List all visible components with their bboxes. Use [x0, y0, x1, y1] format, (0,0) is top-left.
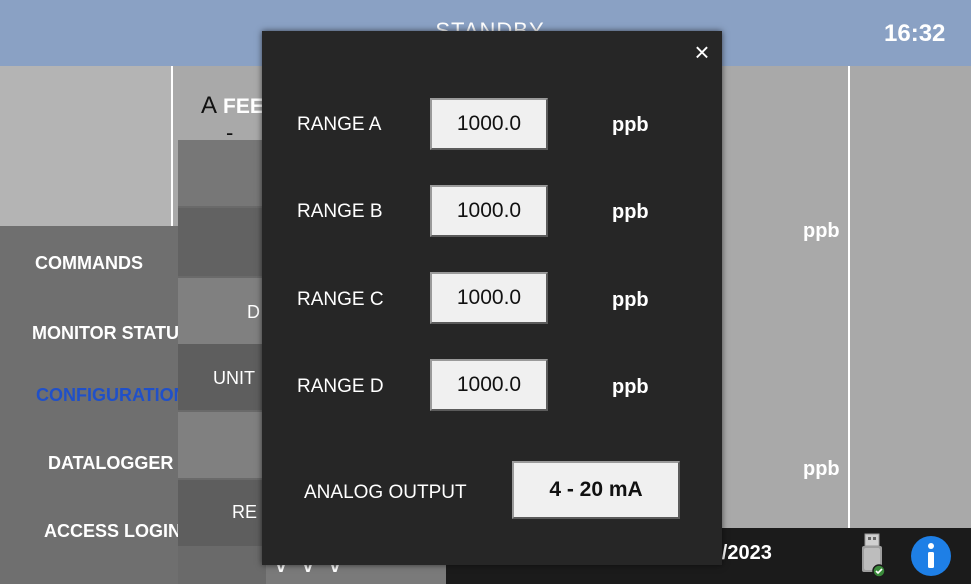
- submenu-label-d: D: [247, 302, 260, 322]
- range-d-unit: ppb: [612, 376, 649, 398]
- close-icon[interactable]: ×: [688, 38, 716, 66]
- feed-label: A FEE: [201, 92, 264, 120]
- divider: [848, 66, 850, 528]
- submenu-item[interactable]: [178, 412, 266, 478]
- menu-item-datalogger[interactable]: DATALOGGER: [0, 444, 178, 482]
- menu-item-access-login[interactable]: ACCESS LOGIN: [0, 512, 178, 550]
- range-b-label: RANGE B: [297, 201, 383, 222]
- range-d-input[interactable]: 1000.0: [430, 359, 548, 411]
- range-c-input[interactable]: 1000.0: [430, 272, 548, 324]
- info-icon[interactable]: [910, 535, 952, 577]
- menu-item-configuration[interactable]: CONFIGURATION: [0, 376, 178, 414]
- main-left-panel: [0, 66, 172, 226]
- unit-label-lower: ppb: [803, 458, 840, 480]
- range-a-unit: ppb: [612, 114, 649, 136]
- feed-prefix: A: [201, 92, 218, 119]
- divider: [171, 66, 173, 226]
- main-menu: COMMANDS MONITOR STATUS CONFIGURATION DA…: [0, 226, 180, 584]
- feed-text: FEE: [223, 95, 264, 118]
- unit-label-upper: ppb: [803, 220, 840, 242]
- clock: 16:32: [884, 20, 946, 47]
- usb-drive-icon[interactable]: [858, 532, 888, 580]
- submenu-label-unit: UNIT: [213, 368, 255, 388]
- menu-item-monitor-status[interactable]: MONITOR STATUS: [0, 314, 178, 352]
- range-a-label: RANGE A: [297, 114, 382, 135]
- menu-item-commands[interactable]: COMMANDS: [0, 244, 178, 282]
- submenu-label-re: RE: [232, 502, 258, 522]
- range-d-label: RANGE D: [297, 376, 384, 397]
- range-c-label: RANGE C: [297, 289, 384, 310]
- range-a-input[interactable]: 1000.0: [430, 98, 548, 150]
- range-b-unit: ppb: [612, 201, 649, 223]
- submenu-item[interactable]: [178, 208, 266, 276]
- range-b-input[interactable]: 1000.0: [430, 185, 548, 237]
- range-c-unit: ppb: [612, 289, 649, 311]
- analog-output-button[interactable]: 4 - 20 mA: [512, 461, 680, 519]
- analog-output-label: ANALOG OUTPUT: [304, 482, 467, 503]
- submenu-item[interactable]: [178, 140, 266, 206]
